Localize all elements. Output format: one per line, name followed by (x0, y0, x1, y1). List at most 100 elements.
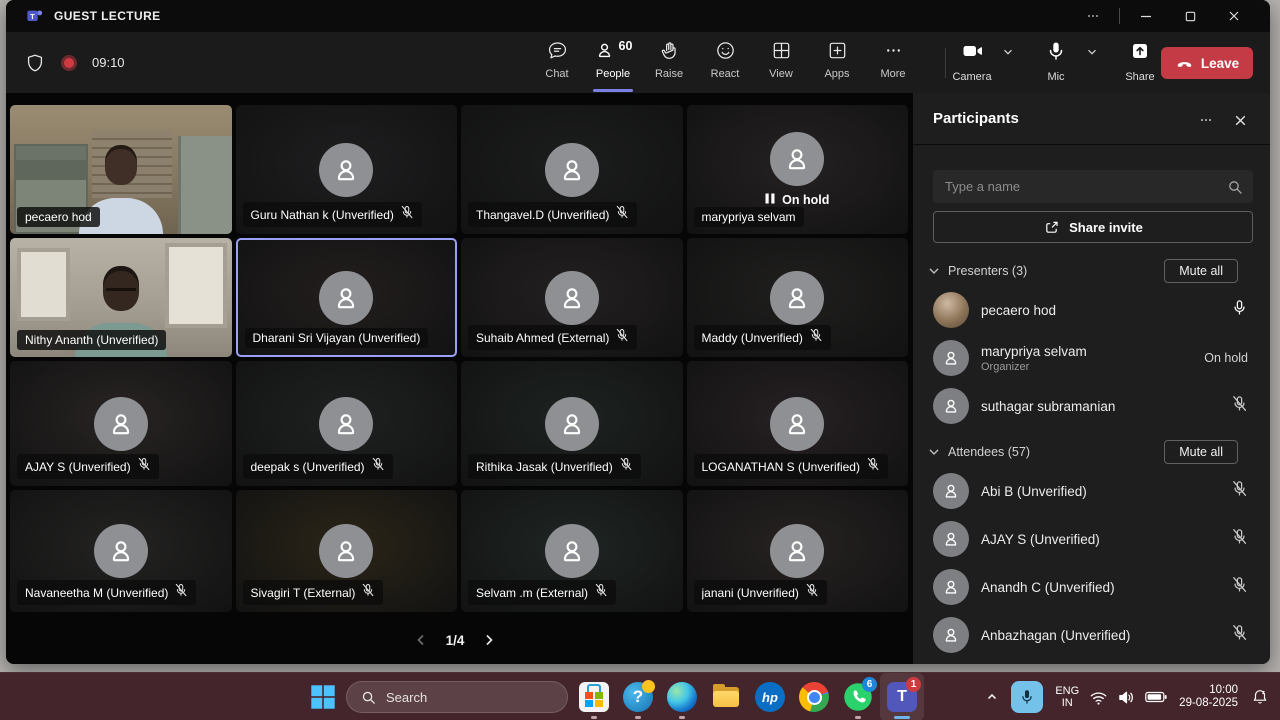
participant-row[interactable]: Abi B (Unverified) (913, 467, 1270, 515)
toolbar-button-more[interactable]: More (865, 39, 921, 89)
tile-name-label: pecaero hod (17, 207, 100, 227)
mic-dropdown-chevron[interactable] (1082, 39, 1102, 65)
toolbar-button-raise[interactable]: Raise (641, 39, 697, 89)
system-tray: ENG IN 10:00 29-08-2025 z (979, 673, 1280, 720)
participant-row[interactable]: suthagar subramanian (913, 382, 1270, 430)
toolbar-button-people[interactable]: 60 People (585, 39, 641, 92)
participant-row[interactable]: AJAY S (Unverified) (913, 515, 1270, 563)
taskbar-app-whatsapp[interactable]: 6 (836, 673, 880, 720)
system-icons[interactable] (1089, 688, 1167, 707)
panel-close-button[interactable] (1227, 109, 1253, 131)
tray-microphone-button[interactable] (1011, 681, 1044, 713)
participant-name: AJAY S (Unverified) (981, 531, 1100, 547)
participant-tile[interactable]: Navaneetha M (Unverified) (10, 490, 232, 612)
participant-tile[interactable]: Thangavel.D (Unverified) (461, 105, 683, 234)
view-icon (770, 39, 793, 65)
share-button[interactable]: Share (1114, 39, 1166, 89)
mic-button[interactable]: Mic (1030, 39, 1082, 89)
notification-bell-icon[interactable]: z (1248, 688, 1272, 706)
participant-tile[interactable]: LOGANATHAN S (Unverified) (686, 361, 908, 486)
taskbar-app-folder[interactable] (704, 673, 748, 720)
participant-tile[interactable]: Rithika Jasak (Unverified) (461, 361, 683, 486)
clock[interactable]: 10:00 29-08-2025 (1179, 684, 1238, 710)
minimize-button[interactable] (1124, 0, 1168, 32)
participant-row[interactable]: pecaero hod (913, 286, 1270, 334)
section-label: Attendees (57) (948, 445, 1030, 459)
on-hold-label: On hold (782, 193, 830, 207)
participant-name: Thangavel.D (Unverified) (476, 207, 610, 222)
participant-tile[interactable]: deepak s (Unverified) (235, 361, 457, 486)
previous-page-button[interactable] (412, 631, 430, 649)
taskbar-app-chrome[interactable] (792, 673, 836, 720)
taskbar-app-edge[interactable] (660, 673, 704, 720)
battery-icon (1145, 691, 1167, 703)
camera-dropdown-chevron[interactable] (998, 39, 1018, 65)
close-button[interactable] (1212, 0, 1256, 32)
leave-button[interactable]: Leave (1161, 47, 1253, 79)
tray-overflow-chevron[interactable] (979, 691, 1005, 703)
window-title: GUEST LECTURE (54, 9, 161, 23)
participant-tile[interactable]: Sivagiri T (External) (235, 490, 457, 612)
window-more-button[interactable] (1071, 0, 1115, 32)
toolbar-button-label: View (769, 68, 793, 80)
muted-mic-icon[interactable] (1231, 576, 1248, 598)
participant-tile[interactable]: AJAY S (Unverified) (10, 361, 232, 486)
search-input[interactable] (945, 179, 1227, 194)
taskbar-app-store[interactable] (572, 673, 616, 720)
participant-name: Rithika Jasak (Unverified) (476, 459, 613, 474)
toolbar-button-react[interactable]: React (697, 39, 753, 89)
mute-all-button[interactable]: Mute all (1164, 440, 1238, 464)
taskbar-app-hp[interactable]: hp (748, 673, 792, 720)
avatar (933, 617, 969, 653)
avatar (933, 473, 969, 509)
teams-logo-icon: T (27, 10, 43, 21)
section-header[interactable]: Attendees (57) Mute all (913, 438, 1270, 466)
search-icon (1229, 180, 1242, 194)
security-shield-icon[interactable] (24, 52, 46, 74)
language-indicator[interactable]: ENG IN (1055, 685, 1079, 709)
muted-mic-icon[interactable] (1231, 480, 1248, 502)
tile-name-label: Dharani Sri Vijayan (Unverified) (244, 328, 429, 348)
panel-more-button[interactable] (1193, 109, 1219, 131)
participant-row[interactable]: Anbazhagan (Unverified) (913, 611, 1270, 659)
taskbar-app-teams[interactable]: T1 (880, 673, 924, 720)
next-page-button[interactable] (480, 631, 498, 649)
participant-tile[interactable]: On hold marypriya selvam (686, 105, 908, 234)
teams-meeting-window: T GUEST LECTURE 09:10 Chat 60 People Rai… (6, 0, 1270, 664)
mic-on-icon[interactable] (1231, 299, 1248, 321)
participant-tile[interactable]: Guru Nathan k (Unverified) (235, 105, 457, 234)
section-header[interactable]: Presenters (3) Mute all (913, 257, 1270, 285)
participant-tile[interactable]: pecaero hod (10, 105, 232, 234)
participant-tile[interactable]: Dharani Sri Vijayan (Unverified) (235, 238, 457, 357)
running-indicator (635, 716, 641, 719)
muted-mic-icon[interactable] (1231, 624, 1248, 646)
maximize-button[interactable] (1168, 0, 1212, 32)
tray-time: 10:00 (1209, 684, 1238, 696)
title-bar: T GUEST LECTURE (6, 0, 1270, 32)
toolbar-button-label: Raise (654, 68, 684, 80)
muted-mic-icon[interactable] (1231, 395, 1248, 417)
participant-tile[interactable]: Suhaib Ahmed (External) (461, 238, 683, 357)
participant-row[interactable]: Anandh C (Unverified) (913, 563, 1270, 611)
taskbar-search[interactable]: Search (346, 681, 568, 713)
toolbar-button-chat[interactable]: Chat (529, 39, 585, 89)
participant-tile[interactable]: Nithy Ananth (Unverified) (10, 238, 232, 357)
meeting-timer: 09:10 (92, 55, 125, 70)
share-invite-button[interactable]: Share invite (933, 211, 1253, 243)
muted-mic-icon[interactable] (1231, 528, 1248, 550)
camera-button[interactable]: Camera (946, 39, 998, 89)
avatar (93, 396, 148, 451)
participant-tile[interactable]: Selvam .m (External) (461, 490, 683, 612)
toolbar-button-view[interactable]: View (753, 39, 809, 89)
participant-role: Organizer (981, 360, 1030, 373)
start-button[interactable] (310, 684, 336, 710)
chevron-down-icon (927, 264, 941, 278)
muted-mic-icon (594, 583, 608, 602)
participant-tile[interactable]: janani (Unverified) (686, 490, 908, 612)
toolbar-button-apps[interactable]: Apps (809, 39, 865, 89)
participant-row[interactable]: marypriya selvam Organizer On hold (913, 334, 1270, 382)
taskbar-app-help[interactable]: ? (616, 673, 660, 720)
mute-all-button[interactable]: Mute all (1164, 259, 1238, 283)
participant-tile[interactable]: Maddy (Unverified) (686, 238, 908, 357)
device-buttons: Camera Mic Share (946, 39, 1166, 89)
